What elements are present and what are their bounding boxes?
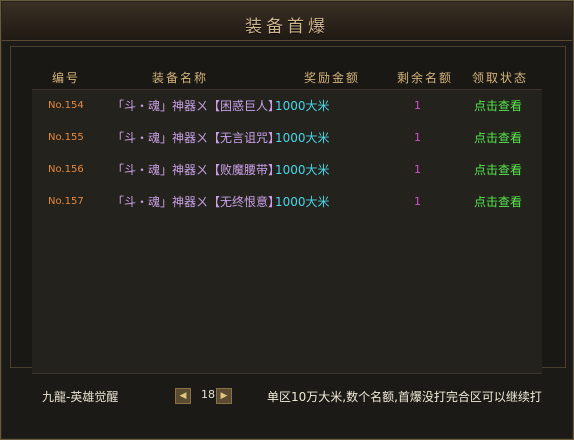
next-page-button[interactable]: ▶ [216,388,232,404]
reward-amount: 1000大米 [275,131,330,145]
view-details-link[interactable]: 点击查看 [474,90,522,122]
row-number: No.155 [48,132,84,143]
view-details-link[interactable]: 点击查看 [474,186,522,218]
remaining-slots: 1 [414,99,421,112]
footer-bar: 九龍-英雄觉醒 ◀ 18 ▶ 单区10万大米,数个名额,首爆没打完合区可以继续打 [35,381,545,411]
equipment-name: 「斗・魂」神器ㄨ【困惑巨人】 [112,99,281,113]
title-bar: 装备首爆 [2,2,572,41]
drop-table: No.154 「斗・魂」神器ㄨ【困惑巨人】 1000大米 1 点击查看 No.1… [32,89,542,374]
prev-page-button[interactable]: ◀ [175,388,191,404]
table-row: No.157 「斗・魂」神器ㄨ【无终恨意】 1000大米 1 点击查看 [32,186,542,219]
col-header-status: 领取状态 [472,71,529,85]
server-name: 九龍-英雄觉醒 [42,390,119,404]
table-header: 编号 装备名称 奖励金额 剩余名额 领取状态 [22,63,552,89]
table-row: No.154 「斗・魂」神器ㄨ【困惑巨人】 1000大米 1 点击查看 [32,90,542,123]
empty-row [32,314,542,347]
empty-row [32,218,542,251]
col-header-remaining: 剩余名额 [397,71,454,85]
remaining-slots: 1 [414,163,421,176]
reward-amount: 1000大米 [275,195,330,209]
remaining-slots: 1 [414,131,421,144]
view-details-link[interactable]: 点击查看 [474,154,522,186]
row-number: No.154 [48,100,84,111]
table-row: No.155 「斗・魂」神器ㄨ【无言诅咒】 1000大米 1 点击查看 [32,122,542,155]
window-title: 装备首爆 [245,17,329,37]
col-header-number: 编号 [52,71,81,85]
equipment-name: 「斗・魂」神器ㄨ【无言诅咒】 [112,131,281,145]
col-header-equipment-name: 装备名称 [152,71,209,85]
row-number: No.156 [48,164,84,175]
row-number: No.157 [48,196,84,207]
reward-amount: 1000大米 [275,163,330,177]
view-details-link[interactable]: 点击查看 [474,122,522,154]
equipment-name: 「斗・魂」神器ㄨ【败魔腰带】 [112,163,281,177]
equipment-name: 「斗・魂」神器ㄨ【无终恨意】 [112,195,281,209]
page-number: 18 [201,388,215,401]
table-row: No.156 「斗・魂」神器ㄨ【败魔腰带】 1000大米 1 点击查看 [32,154,542,187]
reward-amount: 1000大米 [275,99,330,113]
footer-note: 单区10万大米,数个名额,首爆没打完合区可以继续打 [267,390,542,404]
col-header-reward: 奖励金额 [304,71,361,85]
remaining-slots: 1 [414,195,421,208]
empty-row [32,346,542,374]
empty-row [32,250,542,283]
empty-row [32,282,542,315]
first-drop-window: 装备首爆 编号 装备名称 奖励金额 剩余名额 领取状态 No.154 「斗・魂」… [0,0,574,440]
